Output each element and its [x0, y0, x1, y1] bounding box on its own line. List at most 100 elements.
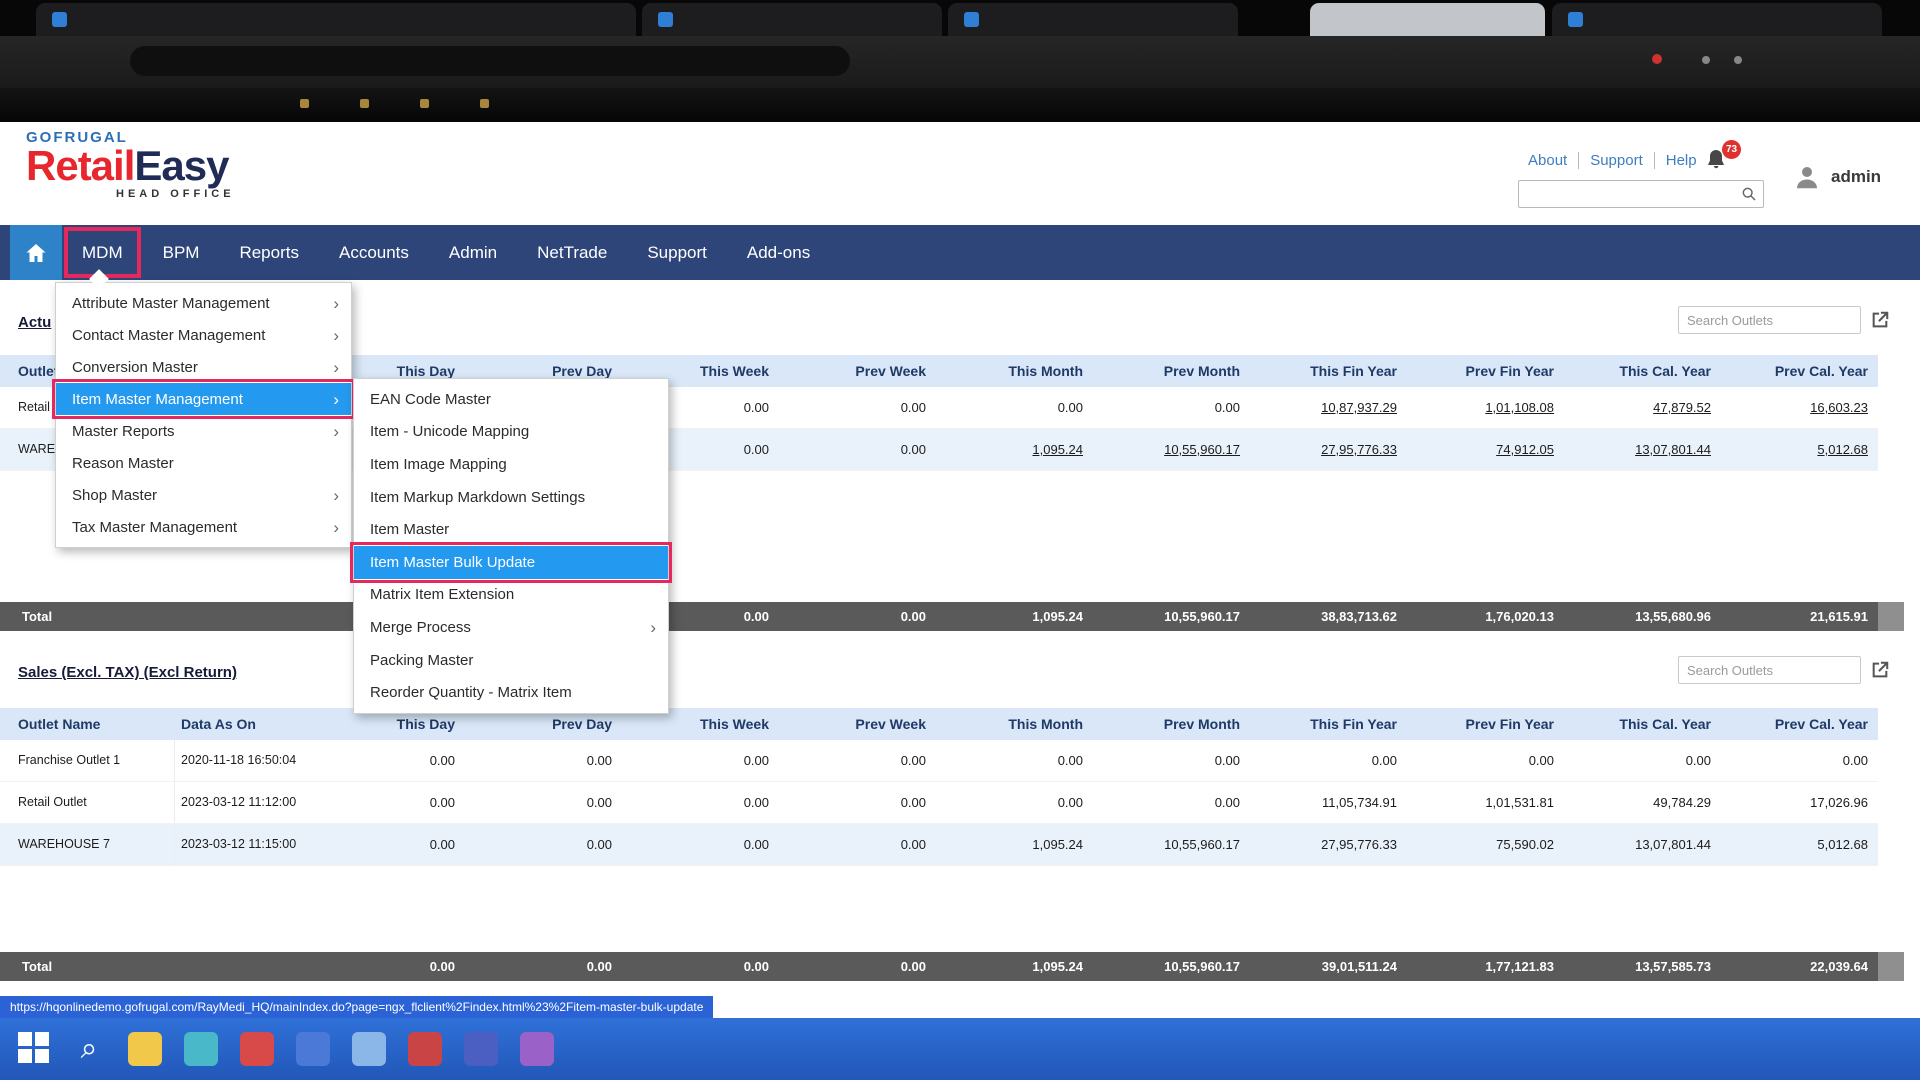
total-value: 1,77,121.83 [1407, 952, 1564, 981]
app-icon-indigo[interactable] [464, 1032, 498, 1066]
table-row: Retail Outlet2023-03-12 11:12:000.000.00… [0, 782, 1878, 824]
value-link[interactable]: 13,07,801.44 [1564, 429, 1721, 470]
submenu-item-item-master[interactable]: Item Master [354, 513, 668, 546]
value-cell: 0.00 [1407, 740, 1564, 781]
column-header-this-fin-year: This Fin Year [1250, 355, 1407, 387]
nav-item-accounts[interactable]: Accounts [319, 225, 429, 280]
nav-item-bpm[interactable]: BPM [143, 225, 220, 280]
browser-tab[interactable] [36, 3, 636, 36]
nav-item-nettrade[interactable]: NetTrade [517, 225, 627, 280]
chevron-right-icon: › [333, 391, 339, 408]
app-icon-blue[interactable] [296, 1032, 330, 1066]
total-value: 22,039.64 [1721, 952, 1878, 981]
user-menu[interactable]: admin [1792, 162, 1881, 192]
value-link[interactable]: 10,87,937.29 [1250, 387, 1407, 428]
search-icon[interactable]: ⌕ [72, 1032, 106, 1066]
menu-item-tax-master-management[interactable]: Tax Master Management› [56, 511, 351, 543]
open-in-new-icon[interactable] [1869, 309, 1891, 331]
value-cell: 0.00 [622, 740, 779, 781]
submenu-item-matrix-item-extension[interactable]: Matrix Item Extension [354, 579, 668, 612]
submenu-item-ean-code-master[interactable]: EAN Code Master [354, 383, 668, 416]
search-outlets-input[interactable] [1678, 656, 1861, 684]
browser-bookmarks-bar [0, 88, 1920, 122]
menu-item-shop-master[interactable]: Shop Master› [56, 479, 351, 511]
menu-item-label: EAN Code Master [370, 391, 491, 408]
app-icon-teal[interactable] [184, 1032, 218, 1066]
search-outlets-input[interactable] [1678, 306, 1861, 334]
nav-item-support[interactable]: Support [627, 225, 727, 280]
value-cell: 0.00 [465, 782, 622, 823]
total-value: 0.00 [465, 952, 622, 981]
app-icon-crimson[interactable] [408, 1032, 442, 1066]
total-value: 21,615.91 [1721, 602, 1878, 631]
submenu-item-merge-process[interactable]: Merge Process› [354, 611, 668, 644]
nav-item-admin[interactable]: Admin [429, 225, 517, 280]
menu-item-conversion-master[interactable]: Conversion Master› [56, 351, 351, 383]
value-cell: 0.00 [1564, 740, 1721, 781]
value-cell: 0.00 [1093, 387, 1250, 428]
submenu-item-item-image-mapping[interactable]: Item Image Mapping [354, 448, 668, 481]
menu-item-attribute-master-management[interactable]: Attribute Master Management› [56, 287, 351, 319]
nav-item-reports[interactable]: Reports [219, 225, 319, 280]
url-field[interactable] [130, 46, 850, 76]
menu-item-label: Item - Unicode Mapping [370, 423, 529, 440]
submenu-item-item-master-bulk-update[interactable]: Item Master Bulk Update [354, 546, 668, 579]
submenu-item-reorder-quantity-matrix-item[interactable]: Reorder Quantity - Matrix Item [354, 676, 668, 709]
value-link[interactable]: 16,603.23 [1721, 387, 1878, 428]
menu-item-master-reports[interactable]: Master Reports› [56, 415, 351, 447]
search-icon[interactable] [1741, 186, 1757, 202]
nav-item-add-ons[interactable]: Add-ons [727, 225, 830, 280]
total-value: 38,83,713.62 [1250, 602, 1407, 631]
submenu-item-item-markup-markdown-settings[interactable]: Item Markup Markdown Settings [354, 481, 668, 514]
value-link[interactable]: 47,879.52 [1564, 387, 1721, 428]
header-search-input[interactable] [1518, 180, 1764, 208]
browser-tab[interactable] [948, 3, 1238, 36]
outlet-name: WAREHOUSE 7 [12, 824, 175, 865]
total-value: 0.00 [779, 602, 936, 631]
total-value: 1,095.24 [936, 602, 1093, 631]
menu-item-reason-master[interactable]: Reason Master [56, 447, 351, 479]
app-icon-red[interactable] [240, 1032, 274, 1066]
link-about[interactable]: About [1528, 152, 1567, 169]
submenu-item-packing-master[interactable]: Packing Master [354, 644, 668, 677]
app-icon-purple[interactable] [520, 1032, 554, 1066]
value-link[interactable]: 10,55,960.17 [1093, 429, 1250, 470]
column-header-prev-cal-year: Prev Cal. Year [1721, 355, 1878, 387]
link-support[interactable]: Support [1578, 152, 1643, 169]
outlet-name: Franchise Outlet 1 [12, 740, 175, 781]
value-link[interactable]: 74,912.05 [1407, 429, 1564, 470]
file-explorer-icon[interactable] [128, 1032, 162, 1066]
submenu-item-item-unicode-mapping[interactable]: Item - Unicode Mapping [354, 416, 668, 449]
value-cell: 0.00 [936, 782, 1093, 823]
value-link[interactable]: 1,01,108.08 [1407, 387, 1564, 428]
value-cell: 0.00 [936, 740, 1093, 781]
value-link[interactable]: 27,95,776.33 [1250, 429, 1407, 470]
browser-tab-active[interactable] [1310, 3, 1545, 36]
start-button[interactable] [16, 1032, 50, 1066]
bookmark-icon [480, 99, 489, 108]
app-icon-lightblue[interactable] [352, 1032, 386, 1066]
section1-title: Actu [18, 314, 51, 331]
column-header-prev-cal-year: Prev Cal. Year [1721, 708, 1878, 740]
browser-tab[interactable] [1552, 3, 1882, 36]
menu-item-label: Conversion Master [72, 359, 198, 376]
menu-item-label: Reason Master [72, 455, 174, 472]
menu-item-item-master-management[interactable]: Item Master Management› [56, 383, 351, 415]
retaileasy-logo: GOFRUGAL RetailEasy HEAD OFFICE [26, 130, 235, 200]
menu-item-contact-master-management[interactable]: Contact Master Management› [56, 319, 351, 351]
total-value: 39,01,511.24 [1250, 952, 1407, 981]
home-button[interactable] [10, 225, 62, 280]
value-link[interactable]: 1,095.24 [936, 429, 1093, 470]
total-date-empty [175, 602, 308, 631]
open-in-new-icon[interactable] [1869, 659, 1891, 681]
menu-item-label: Master Reports [72, 423, 175, 440]
value-link[interactable]: 5,012.68 [1721, 429, 1878, 470]
value-cell: 0.00 [622, 824, 779, 865]
link-help[interactable]: Help [1654, 152, 1697, 169]
table-row: Franchise Outlet 12020-11-18 16:50:040.0… [0, 740, 1878, 782]
browser-tabstrip [0, 0, 1920, 36]
main-nav: MDMBPMReportsAccountsAdminNetTradeSuppor… [0, 225, 1920, 280]
column-header-prev-month: Prev Month [1093, 708, 1250, 740]
browser-tab[interactable] [642, 3, 942, 36]
chevron-right-icon: › [333, 327, 339, 344]
